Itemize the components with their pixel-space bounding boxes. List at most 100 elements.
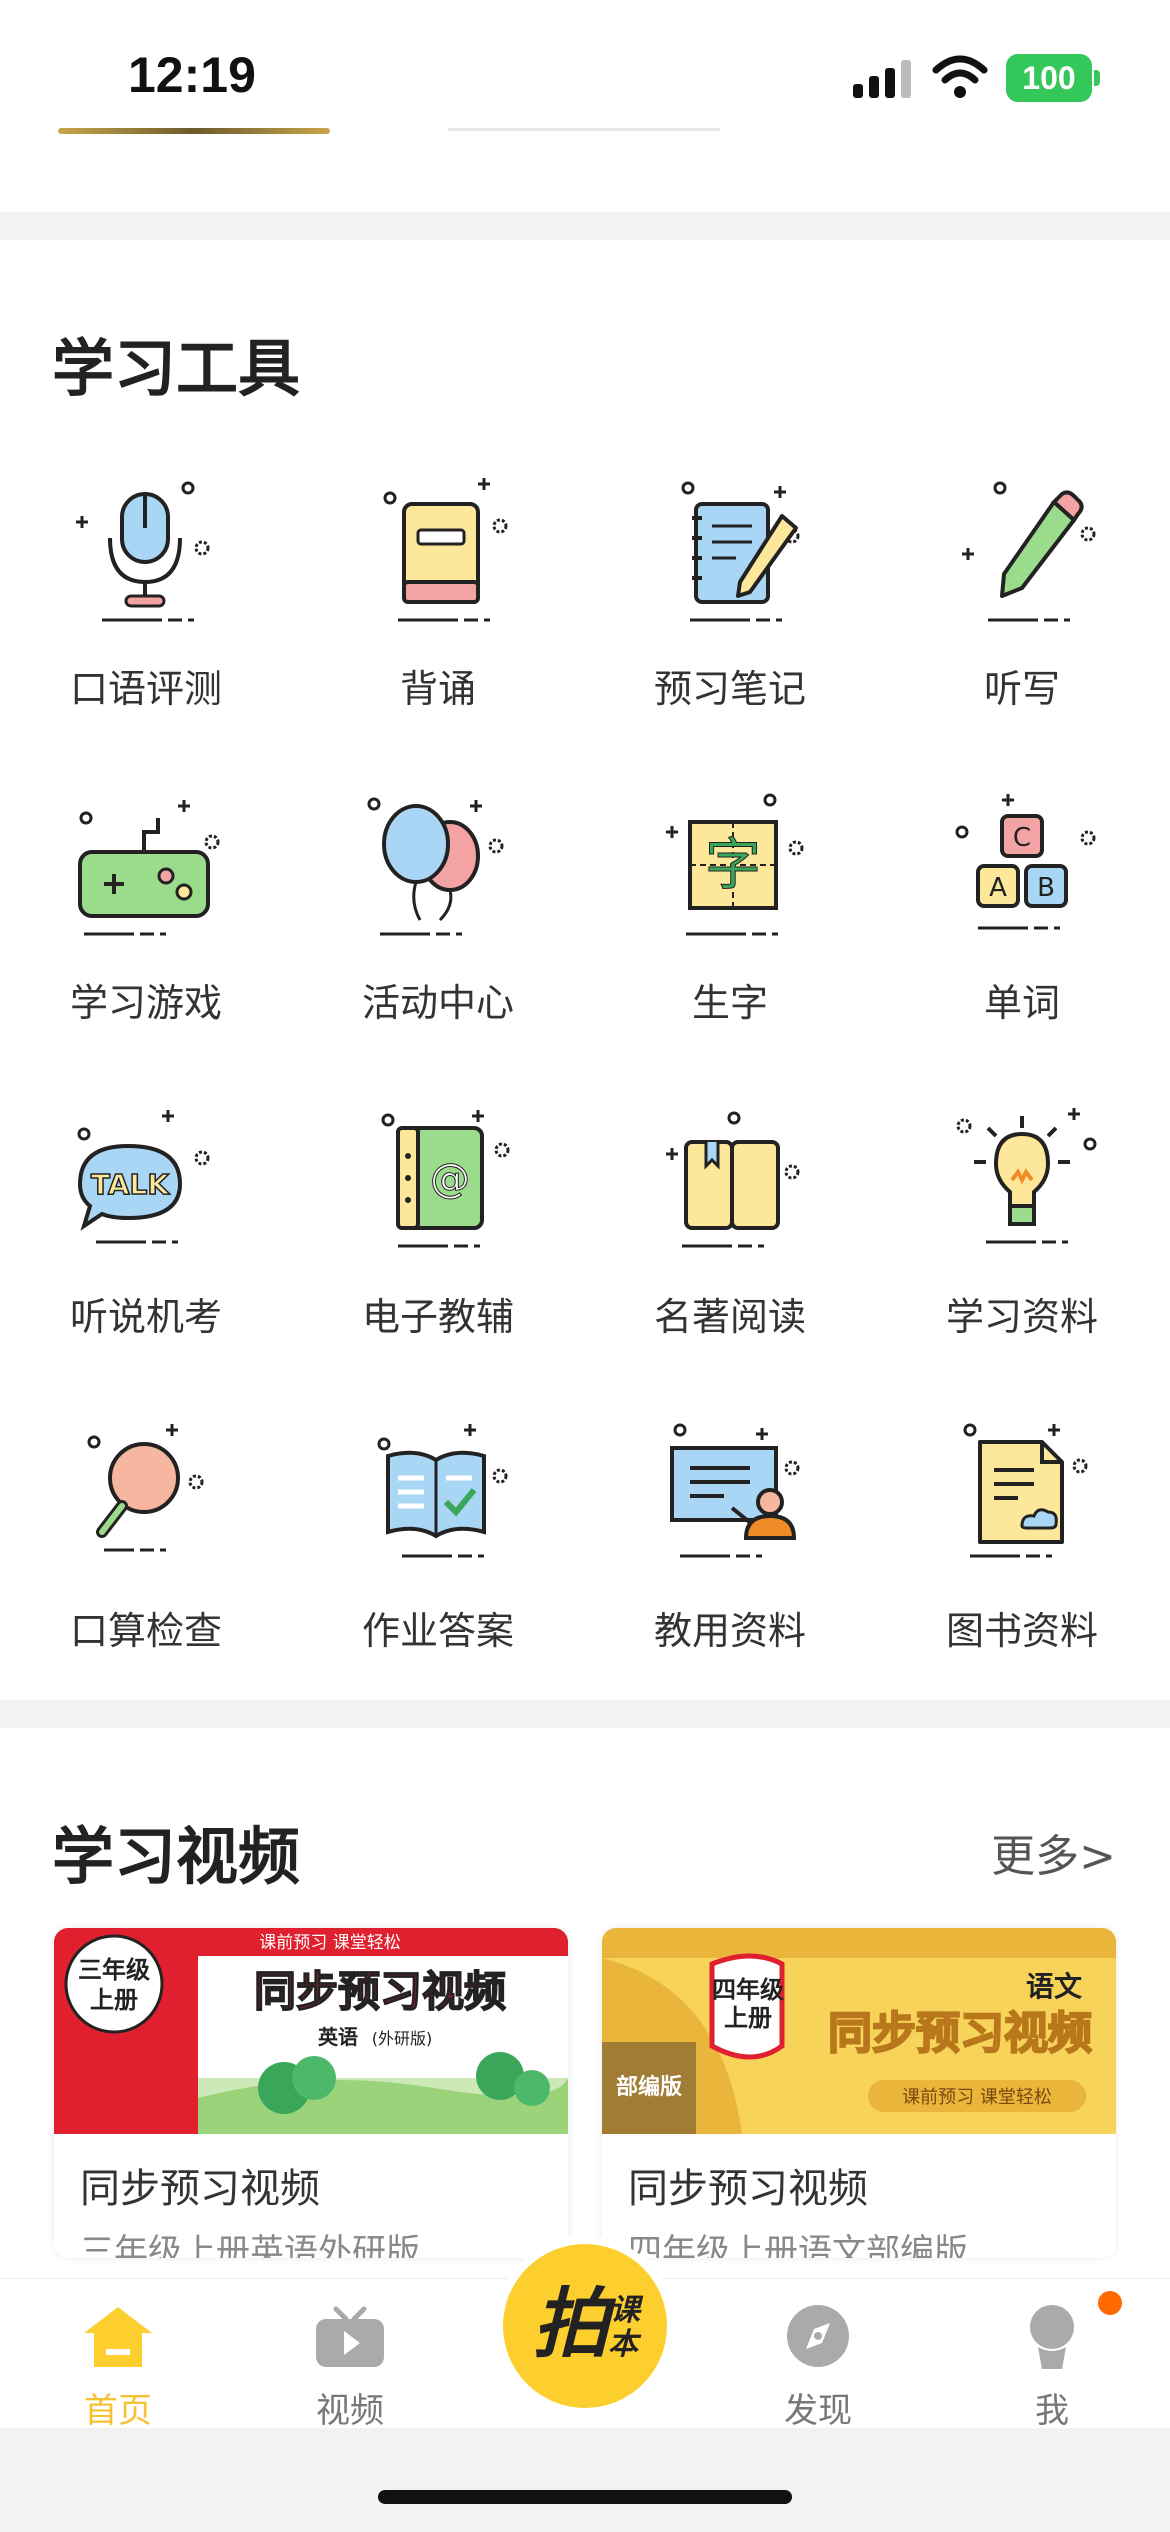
tool-label: 图书资料 [945, 1609, 1098, 1653]
character-grid-icon: 字 [666, 793, 804, 936]
tv-icon [316, 2306, 384, 2367]
thumb-grade: 四年级 [712, 1976, 784, 2004]
at-glyph: @ [430, 1156, 470, 1202]
notebook-pencil-icon [681, 481, 800, 622]
video-thumbnail: 四年级 上册 语文 同步预习视频 部编版 课前预习 课堂轻松 [602, 1928, 1116, 2134]
talk-bubble-icon: TALK [77, 1110, 210, 1244]
thumb-subject: 英语 [318, 2025, 358, 2049]
tab-label: 视频 [316, 2391, 384, 2431]
thumb-grade: 三年级 [78, 1956, 150, 1984]
e-book-icon: @ [381, 1110, 510, 1248]
document-cloud-icon [963, 1423, 1088, 1558]
status-time: 12:19 [128, 47, 256, 103]
tool-label: 电子教辅 [361, 1295, 514, 1339]
home-icon [84, 2307, 152, 2367]
tool-item-dictation[interactable]: 听写 [876, 478, 1168, 778]
tool-label: 口语评测 [69, 667, 222, 711]
tool-item-classics-reading[interactable]: 名著阅读 [584, 1106, 876, 1406]
section-divider [0, 212, 1170, 240]
tool-item-teaching-materials[interactable]: 教用资料 [584, 1420, 876, 1720]
block-letter-a: A [989, 873, 1007, 903]
tool-label: 听写 [983, 667, 1060, 711]
wifi-icon [932, 55, 988, 98]
book-icon [383, 478, 508, 622]
abc-blocks-icon: C A B [955, 794, 1096, 930]
tab-home[interactable]: 首页 [38, 2293, 198, 2431]
video-title: 同步预习视频 [628, 2166, 868, 2212]
snap-small-glyph: 本 [608, 2327, 642, 2362]
open-book-icon [666, 1111, 800, 1248]
tool-item-homework-answers[interactable]: 作业答案 [292, 1420, 584, 1720]
more-videos-link[interactable]: 更多> [991, 1820, 1116, 1884]
tool-item-listening-speaking-exam[interactable]: TALK 听说机考 [0, 1106, 292, 1406]
video-card[interactable]: 四年级 上册 语文 同步预习视频 部编版 课前预习 课堂轻松 同步预习视频 四年… [602, 1928, 1116, 2258]
notification-badge [1098, 2291, 1122, 2315]
block-letter-b: B [1037, 873, 1055, 903]
tab-profile[interactable]: 我 [972, 2291, 1132, 2431]
teacher-board-icon [670, 1423, 800, 1558]
videos-section-title: 学习视频 [52, 1820, 301, 1893]
tool-item-e-tutoring[interactable]: @ 电子教辅 [292, 1106, 584, 1406]
tool-label: 学习资料 [945, 1295, 1098, 1339]
thumb-edition: (外研版) [372, 2029, 433, 2048]
tools-section-title: 学习工具 [52, 332, 301, 405]
magnifier-icon [87, 1424, 204, 1552]
tool-item-mental-math-check[interactable]: 口算检查 [0, 1420, 292, 1720]
lightbulb-icon [956, 1108, 1097, 1244]
tool-item-preview-notes[interactable]: 预习笔记 [584, 478, 876, 778]
status-bar: 12:19 100 [0, 0, 1170, 130]
tool-label: 听说机考 [69, 1295, 222, 1339]
thumb-edition: 部编版 [616, 2074, 682, 2100]
tool-label: 活动中心 [361, 981, 514, 1025]
thumb-subject: 语文 [1026, 1970, 1082, 2003]
tab-label: 我 [1035, 2391, 1069, 2431]
battery-indicator: 100 [1006, 54, 1092, 102]
video-card[interactable]: 三年级 上册 课前预习 课堂轻松 同步预习视频 英语 (外研版) 同步预习视频 … [54, 1928, 568, 2258]
video-subtitle: 三年级上册英语外研版 [80, 2232, 420, 2258]
tool-item-recite[interactable]: 背诵 [292, 478, 584, 778]
snap-glyph: 拍 [533, 2279, 617, 2368]
tool-label: 学习游戏 [69, 981, 222, 1025]
thumb-banner: 课前预习 课堂轻松 [902, 2087, 1052, 2108]
microphone-icon [76, 481, 210, 622]
pencil-icon [962, 481, 1096, 622]
video-subtitle: 四年级上册语文部编版 [628, 2232, 968, 2258]
snap-small-glyph: 课 [610, 2293, 644, 2328]
tab-label: 发现 [784, 2391, 852, 2431]
tool-label: 作业答案 [361, 1609, 514, 1653]
thumb-headline: 同步预习视频 [254, 1967, 506, 2016]
tool-label: 生字 [691, 981, 768, 1025]
video-thumbnail: 三年级 上册 课前预习 课堂轻松 同步预习视频 英语 (外研版) [54, 1928, 568, 2134]
talk-glyph: TALK [91, 1168, 170, 1201]
home-indicator-area [0, 2428, 1170, 2532]
profile-icon [1030, 2305, 1074, 2369]
battery-cap [1094, 70, 1100, 86]
home-indicator[interactable] [378, 2490, 792, 2504]
camera-book-icon: 拍 课 本 [533, 2279, 644, 2368]
tab-video[interactable]: 视频 [270, 2293, 430, 2431]
section-divider [0, 1700, 1170, 1728]
tool-item-book-materials[interactable]: 图书资料 [876, 1420, 1168, 1720]
character-glyph: 字 [705, 833, 761, 898]
tool-label: 口算检查 [69, 1609, 222, 1653]
tab-discover[interactable]: 发现 [738, 2293, 898, 2431]
balloons-icon [367, 797, 504, 936]
cellular-signal-icon [853, 60, 911, 98]
tool-label: 预习笔记 [653, 667, 806, 711]
thumb-volume: 上册 [724, 2004, 772, 2032]
tool-item-oral-test[interactable]: 口语评测 [0, 478, 292, 778]
previous-card-edge-2 [448, 128, 720, 131]
tool-label: 背诵 [399, 667, 476, 711]
answer-book-icon [377, 1424, 508, 1558]
tool-item-activity-center[interactable]: 活动中心 [292, 792, 584, 1092]
tab-label: 首页 [84, 2391, 152, 2431]
tool-label: 教用资料 [653, 1609, 806, 1653]
tool-item-new-characters[interactable]: 字 生字 [584, 792, 876, 1092]
snap-textbook-button[interactable]: 拍 课 本 [503, 2244, 667, 2408]
tool-label: 单词 [983, 981, 1060, 1025]
tool-item-learning-games[interactable]: 学习游戏 [0, 792, 292, 1092]
thumb-volume: 上册 [90, 1986, 138, 2014]
tool-item-study-materials[interactable]: 学习资料 [876, 1106, 1168, 1406]
thumb-banner: 课前预习 课堂轻松 [259, 1933, 400, 1953]
tool-item-words[interactable]: C A B 单词 [876, 792, 1168, 1092]
